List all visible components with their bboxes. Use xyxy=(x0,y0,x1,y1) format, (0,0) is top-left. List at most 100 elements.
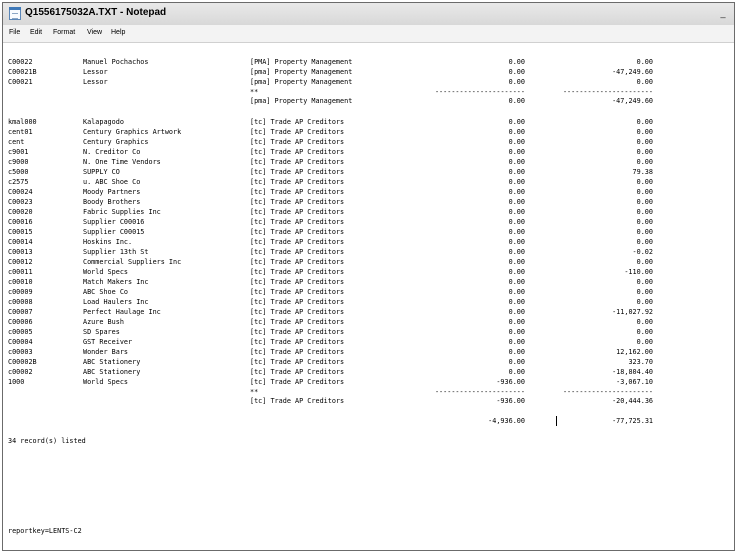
category: [tc] Trade AP Creditors xyxy=(250,228,345,236)
total-label: [pma] Property Management xyxy=(250,97,353,105)
account-code: 1000 xyxy=(8,378,25,386)
balance-total: 0.00 xyxy=(636,178,653,186)
category: [tc] Trade AP Creditors xyxy=(250,278,345,286)
account-code: cent xyxy=(8,138,25,146)
category: [pma] Property Management xyxy=(250,78,353,86)
account-name: Supplier C00016 xyxy=(83,218,145,226)
account-name: ABC Stationery xyxy=(83,368,141,376)
category: [tc] Trade AP Creditors xyxy=(250,308,345,316)
balance-total: 0.00 xyxy=(636,278,653,286)
account-code: c00009 xyxy=(8,288,33,296)
account-name: Load Haulers Inc xyxy=(83,298,149,306)
menu-bar: File Edit Format View Help xyxy=(3,25,734,43)
group2-total-row: [tc] Trade AP Creditors -936.00 -20,444.… xyxy=(3,396,734,406)
balance-current: 0.00 xyxy=(508,158,525,166)
category: [tc] Trade AP Creditors xyxy=(250,358,345,366)
account-name: N. Creditor Co xyxy=(83,148,141,156)
report-row: C00015 Supplier C00015 [tc] Trade AP Credi… xyxy=(3,227,734,237)
report-row: kmal000 Kalapagodo [tc] Trade AP Creditors… xyxy=(3,117,734,127)
balance-total: 0.00 xyxy=(636,208,653,216)
category: [tc] Trade AP Creditors xyxy=(250,208,345,216)
account-code: c00008 xyxy=(8,298,33,306)
records-count: 34 record(s) listed xyxy=(8,437,86,445)
balance-total: 0.00 xyxy=(636,318,653,326)
account-code: kmal000 xyxy=(8,118,37,126)
total-value: -20,444.36 xyxy=(612,397,653,405)
category: [tc] Trade AP Creditors xyxy=(250,368,345,376)
category: [tc] Trade AP Creditors xyxy=(250,168,345,176)
report-row: C00020 Fabric Supplies Inc [tc] Trade AP C… xyxy=(3,207,734,217)
account-name: Hoskins Inc. xyxy=(83,238,133,246)
menu-view[interactable]: View xyxy=(87,29,102,36)
category: [tc] Trade AP Creditors xyxy=(250,178,345,186)
category: [tc] Trade AP Creditors xyxy=(250,138,345,146)
records-count-line: 34 record(s) listed xyxy=(3,436,734,446)
title-bar[interactable]: Q1556175032A.TXT - Notepad _ xyxy=(3,3,734,26)
account-code: c5000 xyxy=(8,168,29,176)
category: [tc] Trade AP Creditors xyxy=(250,288,345,296)
account-name: ABC Shoe Co xyxy=(83,288,129,296)
balance-total: 0.00 xyxy=(636,228,653,236)
balance-current: 0.00 xyxy=(508,308,525,316)
balance-current: 0.00 xyxy=(508,298,525,306)
report-row: c00003 Wonder Bars [tc] Trade AP Creditors… xyxy=(3,347,734,357)
balance-current: 0.00 xyxy=(508,348,525,356)
balance-total: 0.00 xyxy=(636,298,653,306)
account-name: World Specs xyxy=(83,268,129,276)
account-name: Century Graphics xyxy=(83,138,149,146)
account-code: C00020 xyxy=(8,208,33,216)
balance-total: -18,804.40 xyxy=(612,368,653,376)
balance-total: 0.00 xyxy=(636,258,653,266)
report-row: C00002B ABC Stationery [tc] Trade AP Credi… xyxy=(3,357,734,367)
text-editor-area[interactable]: C00022 Manuel Pochachos [PMA] Property Man… xyxy=(3,43,734,550)
balance-total: 0.00 xyxy=(636,238,653,246)
menu-help[interactable]: Help xyxy=(111,29,125,36)
grand-total-row: -4,936.00 -77,725.31 xyxy=(3,416,734,426)
account-name: Perfect Haulage Inc xyxy=(83,308,161,316)
category: [tc] Trade AP Creditors xyxy=(250,378,345,386)
category: [tc] Trade AP Creditors xyxy=(250,338,345,346)
balance-total: 0.00 xyxy=(636,148,653,156)
balance-current: 0.00 xyxy=(508,178,525,186)
minimize-button[interactable]: _ xyxy=(717,7,729,19)
balance-total: 323.70 xyxy=(628,358,653,366)
account-name: Wonder Bars xyxy=(83,348,129,356)
report-row: c00008 Load Haulers Inc [tc] Trade AP Cred… xyxy=(3,297,734,307)
balance-current: 0.00 xyxy=(508,118,525,126)
balance-current: 0.00 xyxy=(508,228,525,236)
balance-current: 0.00 xyxy=(508,148,525,156)
report-row: C00016 Supplier C00016 [tc] Trade AP Credi… xyxy=(3,217,734,227)
category: [tc] Trade AP Creditors xyxy=(250,198,345,206)
category: [PMA] Property Management xyxy=(250,58,353,66)
account-name: Boody Brothers xyxy=(83,198,141,206)
balance-total: -110.00 xyxy=(624,268,653,276)
balance-current: 0.00 xyxy=(508,208,525,216)
balance-total: 0.00 xyxy=(636,338,653,346)
balance-current: 0.00 xyxy=(508,128,525,136)
balance-current: 0.00 xyxy=(508,258,525,266)
report-row: C00004 GST Receiver [tc] Trade AP Creditor… xyxy=(3,337,734,347)
account-code: C00015 xyxy=(8,228,33,236)
category: [tc] Trade AP Creditors xyxy=(250,148,345,156)
menu-format[interactable]: Format xyxy=(53,29,75,36)
balance-total: -0.02 xyxy=(632,248,653,256)
account-code: C00023 xyxy=(8,198,33,206)
total-value: -47,249.60 xyxy=(612,97,653,105)
account-name: Azure Bush xyxy=(83,318,124,326)
account-name: Supplier C00015 xyxy=(83,228,145,236)
grand-total-value: -77,725.31 xyxy=(612,417,653,425)
category: [tc] Trade AP Creditors xyxy=(250,158,345,166)
report-row: C00006 Azure Bush [tc] Trade AP Creditors 0… xyxy=(3,317,734,327)
notepad-window: Q1556175032A.TXT - Notepad _ File Edit F… xyxy=(2,2,735,551)
menu-file[interactable]: File xyxy=(9,29,20,36)
report-row: c9000 N. One Time Vendors [tc] Trade AP Cr… xyxy=(3,157,734,167)
account-code: C00022 xyxy=(8,58,33,66)
menu-edit[interactable]: Edit xyxy=(30,29,42,36)
balance-total: 0.00 xyxy=(636,128,653,136)
balance-current: -936.00 xyxy=(496,378,525,386)
account-code: c00002 xyxy=(8,368,33,376)
balance-current: 0.00 xyxy=(508,68,525,76)
balance-total: 79.38 xyxy=(632,168,653,176)
report-row: C00021 Lessor [pma] Property Management 0.0… xyxy=(3,77,734,87)
balance-total: 0.00 xyxy=(636,328,653,336)
